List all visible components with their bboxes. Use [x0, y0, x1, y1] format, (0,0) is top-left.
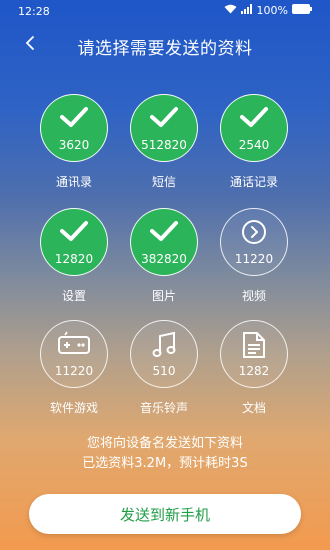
transfer-info: 您将向设备名发送如下资料 已选资料3.2M，预计耗时3S [0, 434, 330, 474]
apps-games-label: 软件游戏 [49, 401, 98, 415]
check-icon [60, 107, 88, 127]
sms-count: 512820 [141, 138, 187, 152]
signal-icon [240, 4, 253, 17]
call-log-label: 通话记录 [229, 175, 278, 189]
check-icon [60, 221, 88, 241]
status-bar: 12:28 100% [0, 0, 330, 22]
settings-toggle[interactable]: 12820 [40, 208, 108, 276]
contacts-count: 3620 [58, 138, 90, 152]
check-icon [150, 107, 178, 127]
settings-label: 设置 [61, 289, 86, 303]
send-to-new-phone-button[interactable]: 发送到新手机 [29, 494, 301, 534]
documents-count: 1282 [238, 364, 270, 378]
sms-label: 短信 [151, 175, 176, 189]
call-log-count: 2540 [238, 138, 270, 152]
contacts-toggle[interactable]: 3620 [40, 94, 108, 162]
settings-count: 12820 [54, 252, 94, 266]
photos-toggle[interactable]: 382820 [130, 208, 198, 276]
apps-games-count: 11220 [54, 364, 94, 378]
transfer-summary-text: 已选资料3.2M，预计耗时3S [82, 456, 248, 471]
sms-toggle[interactable]: 512820 [130, 94, 198, 162]
music-ringtones-toggle[interactable]: 510 [130, 320, 198, 388]
document-icon [243, 332, 265, 358]
battery-icon [292, 4, 312, 17]
photos-count: 382820 [141, 252, 187, 266]
videos-toggle[interactable]: 11220 [220, 208, 288, 276]
item-photos[interactable]: 382820 图片 [130, 208, 202, 304]
chevron-right-circle-icon [242, 220, 266, 244]
music-ringtones-count: 510 [152, 364, 176, 378]
contacts-label: 通讯录 [55, 175, 92, 189]
page-title: 请选择需要发送的资料 [77, 39, 253, 59]
documents-label: 文档 [241, 401, 266, 415]
music-note-icon [152, 331, 176, 357]
videos-label: 视频 [241, 289, 266, 303]
status-time: 12:28 [18, 5, 50, 18]
apps-games-toggle[interactable]: 11220 [40, 320, 108, 388]
header: 请选择需要发送的资料 [0, 22, 330, 66]
check-icon [240, 107, 268, 127]
item-contacts[interactable]: 3620 通讯录 [40, 94, 112, 190]
item-documents[interactable]: 1282 文档 [220, 320, 292, 416]
item-settings[interactable]: 12820 设置 [40, 208, 112, 304]
music-ringtones-label: 音乐铃声 [139, 401, 188, 415]
item-music-ringtones[interactable]: 510 音乐铃声 [130, 320, 202, 416]
check-icon [150, 221, 178, 241]
wifi-icon [224, 4, 237, 17]
videos-count: 11220 [234, 252, 274, 266]
status-right: 100% [224, 4, 312, 17]
item-sms[interactable]: 512820 短信 [130, 94, 202, 190]
documents-toggle[interactable]: 1282 [220, 320, 288, 388]
photos-label: 图片 [151, 289, 176, 303]
call-log-toggle[interactable]: 2540 [220, 94, 288, 162]
battery-text: 100% [256, 4, 288, 17]
item-apps-games[interactable]: 11220 软件游戏 [40, 320, 112, 416]
transfer-target-text: 您将向设备名发送如下资料 [86, 436, 243, 451]
item-videos[interactable]: 11220 视频 [220, 208, 292, 304]
gamepad-icon [58, 331, 90, 354]
item-call-log[interactable]: 2540 通话记录 [220, 94, 292, 190]
